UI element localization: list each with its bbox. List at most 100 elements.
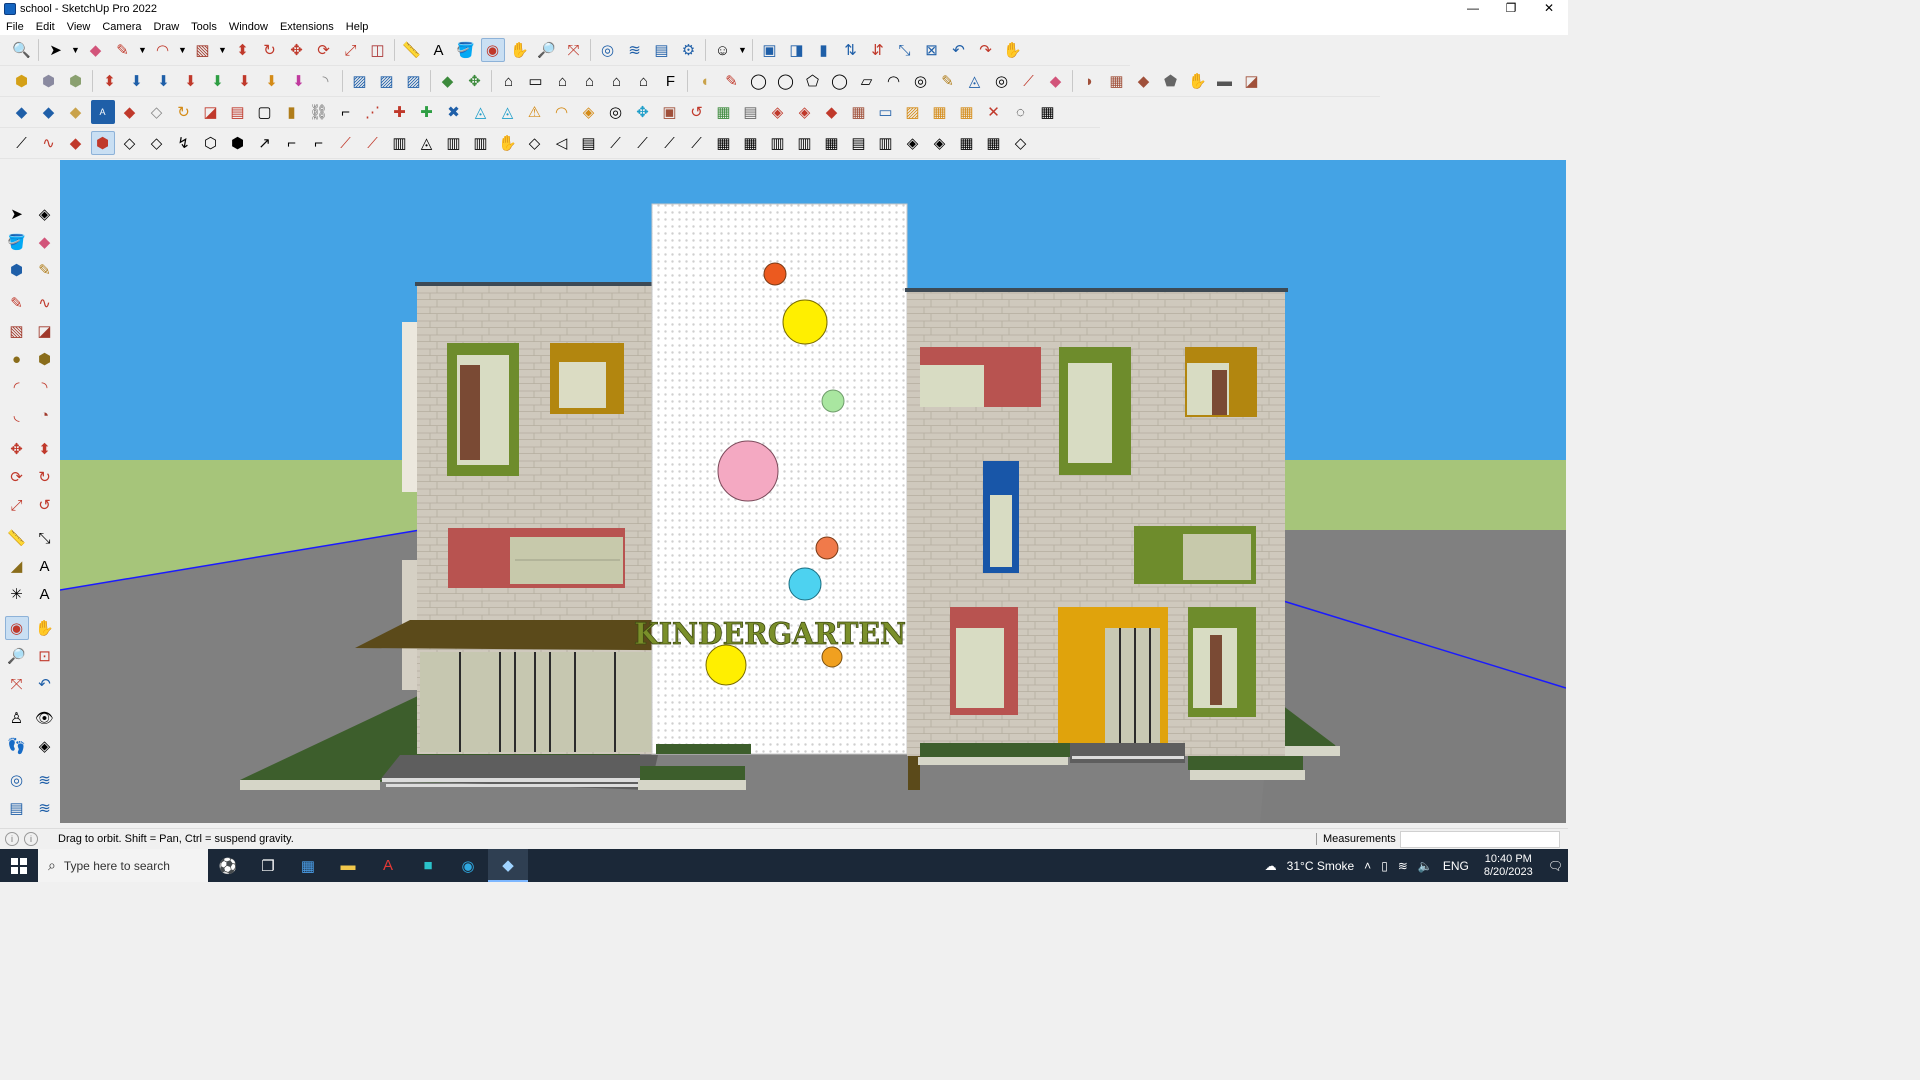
paint-bucket-icon[interactable]: 🪣	[454, 38, 478, 62]
scale-tool-icon[interactable]: ⤢	[5, 493, 29, 517]
plugin-icon[interactable]: ▣	[658, 100, 682, 124]
shape-icon[interactable]: ◬	[963, 69, 987, 93]
plugin-icon[interactable]: ◆	[820, 100, 844, 124]
plugin-icon[interactable]: ▤	[226, 100, 250, 124]
rotate-tool-icon[interactable]: ⟳	[312, 38, 336, 62]
pencil-icon[interactable]: ✎	[720, 69, 744, 93]
shape-icon[interactable]: ◠	[882, 69, 906, 93]
three-point-arc-icon[interactable]: ◟	[5, 403, 29, 427]
wifi-icon[interactable]: ≋	[1398, 859, 1408, 873]
dimension-tool-icon[interactable]: ⤡	[33, 526, 57, 550]
plugin-icon[interactable]: ⬟	[1159, 69, 1183, 93]
solid-tool-icon[interactable]: ⬇	[152, 69, 176, 93]
battery-icon[interactable]: ▯	[1381, 859, 1388, 873]
plugin-icon[interactable]: ▥	[874, 131, 898, 155]
shape-icon[interactable]: ✎	[936, 69, 960, 93]
plugin-icon[interactable]: ◆	[37, 100, 61, 124]
plugin-icon[interactable]: ◁	[550, 131, 574, 155]
plugin-icon[interactable]: ▥	[469, 131, 493, 155]
component-icon[interactable]: ⬢	[37, 69, 61, 93]
arc-tool-icon[interactable]: ◜	[5, 375, 29, 399]
plugin-icon[interactable]: ⚠	[523, 100, 547, 124]
plugin-icon[interactable]: ▮	[280, 100, 304, 124]
menu-file[interactable]: File	[0, 21, 30, 33]
shape-icon[interactable]: ◆	[1044, 69, 1068, 93]
warehouse-icon[interactable]: ◎	[596, 38, 620, 62]
rotated-rectangle-icon[interactable]: ◪	[33, 319, 57, 343]
push-pull-icon[interactable]: ⬍	[231, 38, 255, 62]
plugin-icon[interactable]: ◆	[64, 131, 88, 155]
zoom-extents-icon[interactable]: ⤧	[5, 672, 29, 696]
warehouse-icon[interactable]: ◎	[5, 768, 29, 792]
close-button[interactable]: ✕	[1530, 0, 1568, 18]
pie-tool-icon[interactable]: ◔	[33, 403, 57, 427]
plugin-icon[interactable]: ▦	[955, 131, 979, 155]
orbit-tool-icon[interactable]: ◉	[4, 616, 29, 640]
3d-viewport[interactable]: KINDERGARTEN	[60, 160, 1566, 823]
weather-text[interactable]: 31°C Smoke	[1287, 859, 1355, 873]
view-iso-icon[interactable]: ⌂	[497, 69, 521, 93]
plugin-icon[interactable]: ▦	[928, 100, 952, 124]
chevron-up-icon[interactable]: ˄	[1364, 859, 1371, 873]
freehand-tool-icon[interactable]: ∿	[33, 291, 57, 315]
follow-me-icon[interactable]: ↻	[258, 38, 282, 62]
plugin-icon[interactable]: ◌	[1009, 100, 1033, 124]
paint-bucket-icon[interactable]: 🪣	[5, 230, 29, 254]
extension-warehouse-icon[interactable]: ≋	[33, 768, 57, 792]
zoom-icon[interactable]: 🔍	[10, 38, 34, 62]
language-indicator[interactable]: ENG	[1443, 859, 1469, 873]
plugin-icon[interactable]: ▦	[712, 100, 736, 124]
plugin-icon[interactable]: ↺	[685, 100, 709, 124]
notification-icon[interactable]: 🗨	[1548, 859, 1563, 873]
rotate-tool-icon[interactable]: ⟳	[5, 465, 29, 489]
plugin-icon[interactable]: ◗	[1078, 69, 1102, 93]
plugin-icon[interactable]: ↗	[253, 131, 277, 155]
3d-text-icon[interactable]: A	[33, 582, 57, 606]
plugin-icon[interactable]: ▦	[1105, 69, 1129, 93]
plugin-icon[interactable]: ◬	[469, 100, 493, 124]
plugin-icon[interactable]: ▦	[739, 131, 763, 155]
view-front-icon[interactable]: ⌂	[551, 69, 575, 93]
warehouse-icon[interactable]: ⬢	[5, 258, 29, 282]
move-tool-icon[interactable]: ✥	[5, 437, 29, 461]
plugin-icon[interactable]: ◈	[928, 131, 952, 155]
dropdown-arrow-icon[interactable]: ▼	[71, 38, 81, 62]
line-tool-icon[interactable]: ✎	[5, 291, 29, 315]
scale-tool-icon[interactable]: ⤢	[339, 38, 363, 62]
menu-draw[interactable]: Draw	[147, 21, 185, 33]
view-left-icon[interactable]: ⌂	[632, 69, 656, 93]
minimize-button[interactable]: —	[1454, 0, 1492, 18]
menu-view[interactable]: View	[61, 21, 97, 33]
position-camera-icon[interactable]: ♙	[5, 706, 29, 730]
move-tool-icon[interactable]: ✥	[285, 38, 309, 62]
offset-tool-icon[interactable]: ↺	[33, 493, 57, 517]
plugin-icon[interactable]: ▦	[847, 100, 871, 124]
plugin-icon[interactable]: ⬡	[199, 131, 223, 155]
plugin-icon[interactable]: ▦	[820, 131, 844, 155]
tape-measure-icon[interactable]: 📏	[400, 38, 424, 62]
3ds-max-app-icon[interactable]: ■	[408, 849, 448, 882]
solid-tool-icon[interactable]: ⬇	[206, 69, 230, 93]
section-plane-icon[interactable]: ▨	[348, 69, 372, 93]
solid-tool-icon[interactable]: ⬍	[98, 69, 122, 93]
component-icon[interactable]: ⬢	[64, 69, 88, 93]
layout-icon[interactable]: ▤	[5, 796, 29, 820]
offset-tool-icon[interactable]: ◫	[366, 38, 390, 62]
plugin-icon[interactable]: ✚	[388, 100, 412, 124]
orbit-tool-icon[interactable]: ◉	[480, 38, 505, 62]
plugin-icon[interactable]: ◈	[577, 100, 601, 124]
curve-tool-icon[interactable]: ◝	[314, 69, 338, 93]
rectangle-tool-icon[interactable]: ▧	[191, 38, 215, 62]
plugin-icon[interactable]: ⌐	[307, 131, 331, 155]
plugin-icon[interactable]: ▦	[712, 131, 736, 155]
shape-icon[interactable]: ◯	[828, 69, 852, 93]
sandbox-icon[interactable]: ◆	[436, 69, 460, 93]
plugin-icon[interactable]: ∿	[37, 131, 61, 155]
look-around-icon[interactable]: 👁	[33, 706, 57, 730]
dropdown-arrow-icon[interactable]: ▼	[178, 38, 188, 62]
plugin-icon[interactable]: ▨	[901, 100, 925, 124]
plugin-icon[interactable]: ▣	[758, 38, 782, 62]
plugin-icon[interactable]: ▦	[955, 100, 979, 124]
measurements-field[interactable]	[1400, 831, 1560, 848]
plugin-icon[interactable]: ◈	[901, 131, 925, 155]
